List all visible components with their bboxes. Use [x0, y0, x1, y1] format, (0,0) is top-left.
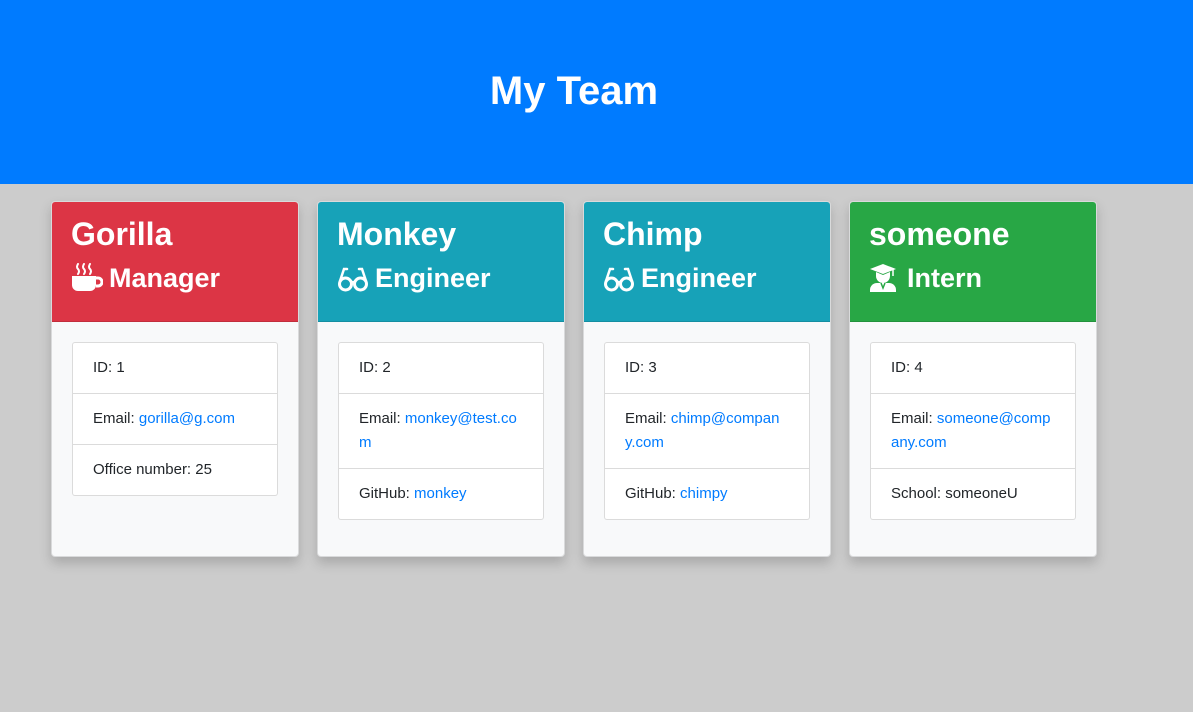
- github-label: GitHub:: [359, 485, 410, 502]
- email-item: Email: gorilla@g.com: [73, 393, 277, 444]
- employee-name: Monkey: [337, 216, 457, 252]
- employee-card: Chimp Engineer ID: 3 Email: chimp@compan…: [583, 201, 831, 557]
- card-header: Monkey Engineer: [318, 202, 564, 322]
- github-link[interactable]: chimpy: [680, 485, 728, 502]
- id-item: ID: 4: [891, 359, 923, 376]
- role-label: Manager: [109, 263, 221, 293]
- employee-role: Intern: [869, 261, 1077, 295]
- email-label: Email:: [625, 410, 667, 427]
- card-body: ID: 3 Email: chimp@company.com GitHub: c…: [584, 322, 830, 520]
- github-label: GitHub:: [625, 485, 676, 502]
- email-item: Email: monkey@test.com: [339, 393, 543, 468]
- employee-role: Engineer: [603, 261, 811, 295]
- employee-role: Engineer: [337, 261, 545, 295]
- details-list: ID: 4 Email: someone@company.com School:…: [870, 342, 1076, 520]
- employee-card: Monkey Engineer ID: 2 Email: monkey@test…: [317, 201, 565, 557]
- email-label: Email:: [359, 410, 401, 427]
- email-item: Email: someone@company.com: [871, 393, 1075, 468]
- card-body: ID: 1 Email: gorilla@g.com Office number…: [52, 322, 298, 496]
- employee-name: Chimp: [603, 216, 703, 252]
- github-item: GitHub: chimpy: [605, 468, 809, 519]
- employee-role: Manager: [71, 261, 279, 295]
- details-list: ID: 3 Email: chimp@company.com GitHub: c…: [604, 342, 810, 520]
- id-item: ID: 2: [359, 359, 391, 376]
- details-list: ID: 1 Email: gorilla@g.com Office number…: [72, 342, 278, 496]
- employee-name: Gorilla: [71, 216, 173, 252]
- card-header: Chimp Engineer: [584, 202, 830, 322]
- email-label: Email:: [93, 410, 135, 427]
- details-list: ID: 2 Email: monkey@test.com GitHub: mon…: [338, 342, 544, 520]
- role-label: Intern: [907, 263, 983, 293]
- github-item: GitHub: monkey: [339, 468, 543, 519]
- id-item: ID: 1: [93, 359, 125, 376]
- github-link[interactable]: monkey: [414, 485, 467, 502]
- office-number-item: Office number: 25: [73, 444, 277, 495]
- page-title: My Team: [489, 69, 659, 113]
- card-header: someone Intern: [850, 202, 1096, 322]
- role-label: Engineer: [641, 263, 757, 293]
- card-body: ID: 2 Email: monkey@test.com GitHub: mon…: [318, 322, 564, 520]
- employee-card: someone Intern ID: 4 Email: someone@comp…: [849, 201, 1097, 557]
- employee-name: someone: [869, 216, 1010, 252]
- id-item: ID: 3: [625, 359, 657, 376]
- graduate-icon: [869, 263, 901, 293]
- glasses-icon: [603, 263, 635, 293]
- card-body: ID: 4 Email: someone@company.com School:…: [850, 322, 1096, 520]
- glasses-icon: [337, 263, 369, 293]
- email-item: Email: chimp@company.com: [605, 393, 809, 468]
- card-header: Gorilla Manager: [52, 202, 298, 322]
- role-label: Engineer: [375, 263, 491, 293]
- school-item: School: someoneU: [871, 468, 1075, 519]
- mug-icon: [71, 263, 103, 293]
- employee-card: Gorilla Manager ID: 1 Email: gorilla@g.c…: [51, 201, 299, 557]
- page-header: My Team: [0, 0, 1193, 184]
- email-link[interactable]: gorilla@g.com: [139, 410, 235, 427]
- email-label: Email:: [891, 410, 933, 427]
